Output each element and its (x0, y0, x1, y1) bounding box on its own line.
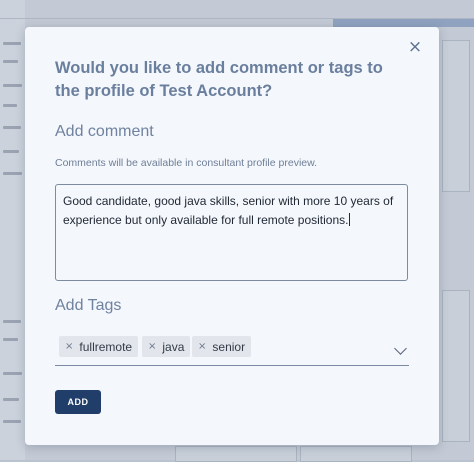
background-text (3, 126, 21, 129)
text-cursor (348, 213, 350, 226)
background-text (3, 150, 19, 153)
background-text (3, 338, 18, 341)
comment-hint: Comments will be available in consultant… (55, 157, 318, 169)
comment-text: Good candidate, good java skills, senior… (63, 194, 394, 227)
background-divider (0, 18, 474, 19)
background-text (3, 320, 21, 323)
background-card (442, 40, 470, 192)
add-button[interactable]: ADD (55, 390, 101, 414)
background-text (3, 172, 22, 175)
tag-chip: × fullremote (59, 336, 139, 357)
background-text (3, 42, 21, 45)
remove-tag-icon[interactable]: × (198, 341, 206, 352)
background-sidebar (0, 0, 25, 460)
close-icon[interactable]: × (407, 39, 423, 56)
background-banner (333, 18, 474, 27)
comment-textarea[interactable]: Good candidate, good java skills, senior… (55, 184, 408, 281)
tags-select[interactable]: × fullremote × java × senior (55, 333, 409, 366)
background-text (3, 84, 22, 87)
background-card (442, 290, 470, 442)
background-text (3, 60, 18, 63)
background-text (3, 398, 19, 401)
add-comment-heading: Add comment (55, 123, 154, 140)
remove-tag-icon[interactable]: × (65, 341, 73, 352)
add-tags-heading: Add Tags (55, 297, 122, 314)
chevron-down-icon[interactable] (394, 342, 407, 355)
tag-label: senior (212, 339, 246, 354)
tag-label: fullremote (79, 339, 133, 354)
tag-chip: × java (142, 336, 191, 357)
tag-chip: × senior (192, 336, 252, 357)
background-text (3, 372, 22, 375)
tag-comment-dialog: × Would you like to add comment or tags … (25, 27, 439, 445)
dialog-title: Would you like to add comment or tags to… (55, 59, 383, 100)
remove-tag-icon[interactable]: × (148, 341, 156, 352)
tag-label: java (162, 339, 185, 354)
background-text (3, 420, 21, 423)
background-text (3, 104, 17, 107)
